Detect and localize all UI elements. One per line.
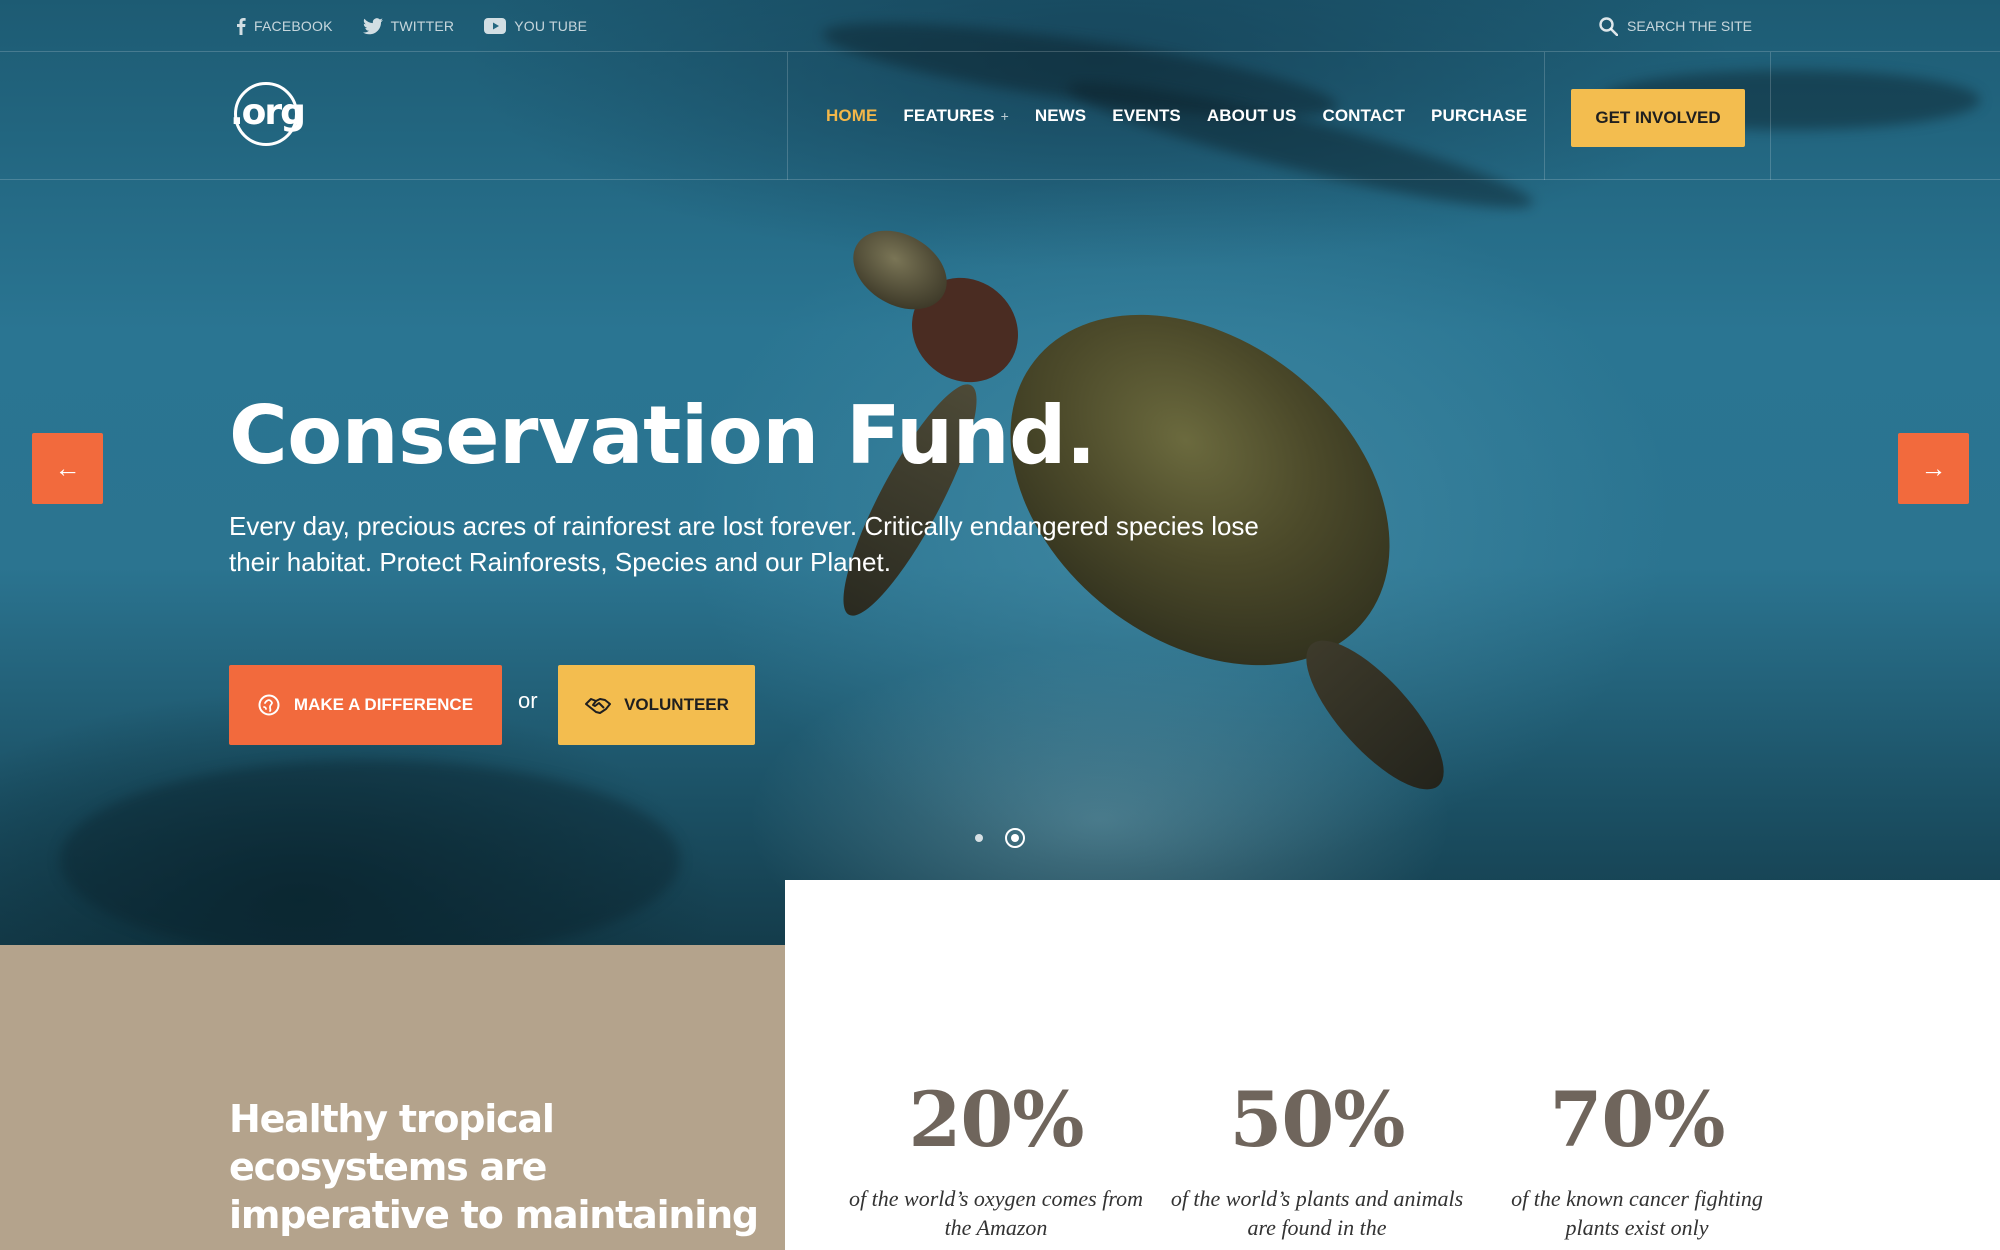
arrow-right-icon: → [1920, 453, 1947, 483]
nav-divider [1544, 52, 1545, 180]
section-heading: Healthy tropical ecosystems are imperati… [229, 1097, 759, 1237]
nav-label-features: FEATURES [903, 106, 995, 125]
social-links: FACEBOOK TWITTER YOU TUBE [236, 0, 587, 52]
social-link-twitter[interactable]: TWITTER [362, 17, 455, 35]
nav-item-home[interactable]: HOME [826, 106, 877, 126]
nav-label-contact: CONTACT [1322, 106, 1405, 125]
nav-item-news[interactable]: NEWS [1035, 106, 1086, 126]
social-label-youtube: YOU TUBE [514, 18, 588, 34]
slider-dot-1[interactable] [975, 834, 983, 842]
nav-label-about-us: ABOUT US [1206, 106, 1297, 125]
stat-description: of the world’s plants and animals are fo… [1170, 1186, 1464, 1240]
nav-item-contact[interactable]: CONTACT [1322, 106, 1405, 126]
social-link-facebook[interactable]: FACEBOOK [236, 17, 333, 35]
social-link-youtube[interactable]: YOU TUBE [484, 18, 587, 34]
top-bar: FACEBOOK TWITTER YOU TUBE SEARCH THE SIT… [0, 0, 2000, 52]
stat-description: of the known cancer fighting plants exis… [1511, 1186, 1763, 1240]
button-separator: or [518, 688, 538, 713]
site-logo[interactable]: .org [230, 82, 306, 150]
nav-label-events: EVENTS [1112, 106, 1181, 125]
main-navbar: .org HOME FEATURES + NEWS EVENTS ABOUT US… [0, 52, 2000, 180]
globe-hand-icon [258, 694, 280, 716]
logo-text: .org [230, 92, 306, 133]
hero-title: Conservation Fund. [229, 389, 1096, 482]
youtube-icon [484, 18, 507, 34]
stat-cancer-plants: 70% of the known cancer fighting plants … [1487, 1070, 1787, 1242]
stat-value: 70% [1549, 1075, 1726, 1164]
handshake-icon [585, 698, 612, 714]
volunteer-button[interactable]: VOLUNTEER [558, 665, 755, 745]
volunteer-label: VOLUNTEER [624, 695, 729, 714]
nav-item-purchase[interactable]: PURCHASE [1431, 106, 1527, 126]
hero-description: Every day, precious acres of rainforest … [229, 511, 1259, 577]
stat-plants-animals: 50% of the world’s plants and animals ar… [1167, 1070, 1467, 1242]
plus-icon: + [1000, 108, 1009, 124]
make-a-difference-label: MAKE A DIFFERENCE [293, 695, 474, 714]
facebook-icon [237, 18, 246, 35]
twitter-icon [362, 17, 383, 34]
search-icon [1599, 16, 1618, 36]
slider-dot-2[interactable] [1005, 828, 1025, 848]
nav-item-features[interactable]: FEATURES + [903, 106, 1008, 126]
get-involved-button[interactable]: GET INVOLVED [1571, 89, 1745, 147]
make-a-difference-button[interactable]: MAKE A DIFFERENCE [229, 665, 502, 745]
nav-item-about-us[interactable]: ABOUT US [1207, 106, 1297, 126]
nav-label-purchase: PURCHASE [1431, 106, 1528, 125]
stat-description: of the world’s oxygen comes from the Ama… [849, 1186, 1143, 1240]
social-label-twitter: TWITTER [390, 18, 455, 34]
stat-value: 20% [908, 1075, 1085, 1164]
arrow-left-icon: ← [54, 453, 81, 483]
social-label-facebook: FACEBOOK [254, 18, 333, 34]
slider-pagination [975, 828, 1025, 848]
slider-prev-button[interactable]: ← [32, 433, 103, 504]
nav-label-news: NEWS [1034, 106, 1087, 125]
main-menu: HOME FEATURES + NEWS EVENTS ABOUT US CONT… [826, 52, 1527, 180]
stat-oxygen: 20% of the world’s oxygen comes from the… [846, 1070, 1146, 1242]
search-label: SEARCH THE SITE [1627, 18, 1752, 34]
search-link[interactable]: SEARCH THE SITE [1599, 0, 1752, 52]
stat-value: 50% [1229, 1075, 1406, 1164]
nav-label-home: HOME [826, 106, 878, 125]
nav-item-events[interactable]: EVENTS [1112, 106, 1181, 126]
slider-next-button[interactable]: → [1898, 433, 1969, 504]
